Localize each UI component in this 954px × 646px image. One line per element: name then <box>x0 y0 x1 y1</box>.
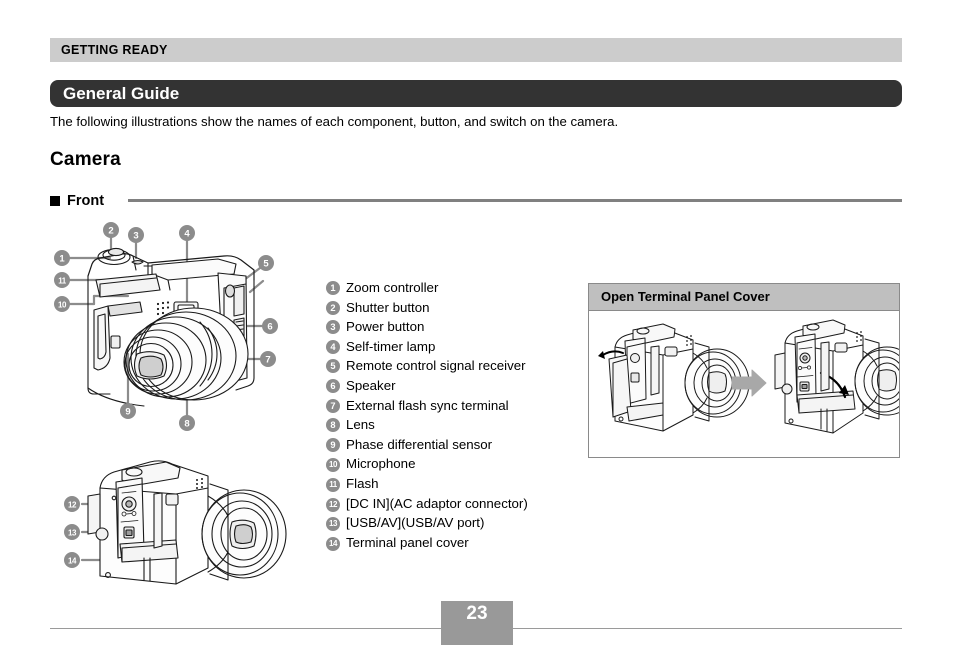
part-label: Speaker <box>346 377 396 393</box>
bullet-square-icon <box>50 196 60 206</box>
page-title: Camera <box>50 149 121 170</box>
part-label: Zoom controller <box>346 280 439 295</box>
list-item: 1 Zoom controller <box>326 278 576 298</box>
chapter-label: GETTING READY <box>61 43 168 57</box>
list-item: 11 Flash <box>326 474 576 494</box>
part-label: Lens <box>346 417 375 433</box>
part-label: [USB/AV](USB/AV port) <box>346 515 485 531</box>
callout-number: 6 <box>326 378 340 393</box>
list-item: 8 Lens <box>326 415 576 435</box>
callout-number: 12 <box>326 497 340 512</box>
list-item: 3 Power button <box>326 317 576 337</box>
section-title-bar: General Guide <box>50 80 902 107</box>
callout-number: 8 <box>326 418 340 433</box>
part-label: Shutter button <box>346 299 430 315</box>
step-2-illustration <box>774 319 920 434</box>
callout-number: 9 <box>326 437 340 452</box>
camera-front-illustration: 1 2 3 4 5 6 7 8 9 10 11 <box>48 218 328 433</box>
part-label: Flash <box>346 475 379 491</box>
svg-text:6: 6 <box>267 322 272 333</box>
list-item: 6 Speaker <box>326 376 576 396</box>
part-label: Self-timer lamp <box>346 338 436 354</box>
callout-number: 11 <box>326 477 340 492</box>
intro-paragraph: The following illustrations show the nam… <box>50 114 619 129</box>
step-1-illustration <box>598 323 750 432</box>
svg-text:7: 7 <box>265 355 270 366</box>
svg-text:12: 12 <box>68 501 77 510</box>
side-callout-marker: 12 13 14 <box>64 496 80 568</box>
callout-box-title: Open Terminal Panel Cover <box>601 289 770 304</box>
subsection-divider <box>128 199 902 202</box>
list-item: 9 Phase differential sensor <box>326 435 576 455</box>
callout-box-body <box>589 311 920 457</box>
callout-number: 14 <box>326 536 340 551</box>
part-label: Terminal panel cover <box>346 534 469 550</box>
svg-text:14: 14 <box>68 557 77 566</box>
part-label: Remote control signal receiver <box>346 358 526 374</box>
callout-number: 5 <box>326 359 340 374</box>
svg-text:5: 5 <box>263 259 269 270</box>
camera-side-illustration: 12 13 14 <box>58 448 298 590</box>
list-item: 5 Remote control signal receiver <box>326 356 576 376</box>
list-item: 2 Shutter button <box>326 298 576 318</box>
part-label: Microphone <box>346 456 416 472</box>
page-number: 23 <box>466 603 488 624</box>
page-number-badge: 23 <box>441 601 513 645</box>
list-item: 4 Self-timer lamp <box>326 337 576 357</box>
section-title-label: General Guide <box>63 84 180 103</box>
part-label: External flash sync terminal <box>346 397 509 413</box>
list-item: 10 Microphone <box>326 454 576 474</box>
svg-text:2: 2 <box>108 226 113 237</box>
callout-number: 13 <box>326 517 340 532</box>
subsection-front: Front <box>50 193 902 209</box>
svg-text:13: 13 <box>68 529 77 538</box>
svg-text:8: 8 <box>184 419 189 430</box>
part-label: Power button <box>346 319 425 335</box>
list-item: 14 Terminal panel cover <box>326 533 576 553</box>
list-item: 13 [USB/AV](USB/AV port) <box>326 513 576 533</box>
part-label: [DC IN](AC adaptor connector) <box>346 495 528 511</box>
callout-number: 4 <box>326 339 340 354</box>
svg-text:4: 4 <box>184 229 190 240</box>
list-item: 7 External flash sync terminal <box>326 396 576 416</box>
callout-number: 2 <box>326 300 340 315</box>
callout-number: 3 <box>326 320 340 335</box>
svg-text:10: 10 <box>58 301 67 310</box>
svg-text:9: 9 <box>125 407 130 418</box>
svg-text:11: 11 <box>58 277 67 286</box>
parts-legend-list: 1 Zoom controller 2 Shutter button 3 Power … <box>326 278 576 552</box>
callout-number: 10 <box>326 458 340 473</box>
callout-number: 7 <box>326 398 340 413</box>
chapter-running-head: GETTING READY <box>50 38 902 62</box>
part-label: Phase differential sensor <box>346 436 493 452</box>
subsection-label: Front <box>67 193 105 209</box>
list-item: 12 [DC IN](AC adaptor connector) <box>326 494 576 514</box>
callout-box-header: Open Terminal Panel Cover <box>589 284 899 311</box>
svg-text:1: 1 <box>59 254 65 265</box>
open-terminal-panel-cover-box: Open Terminal Panel Cover <box>588 283 920 458</box>
svg-text:3: 3 <box>133 231 138 242</box>
callout-number: 1 <box>326 281 340 295</box>
